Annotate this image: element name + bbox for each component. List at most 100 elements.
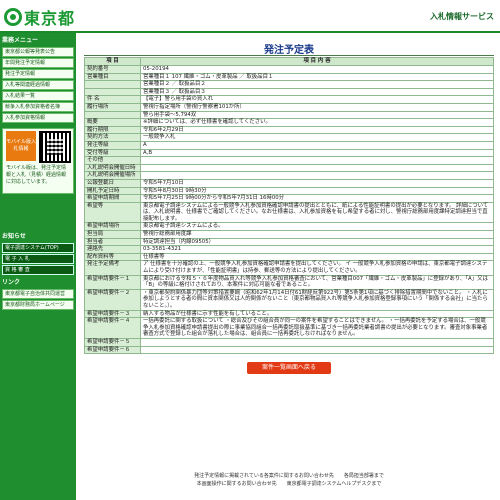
page-title: 発注予定表	[264, 45, 314, 56]
sidebar-item-order-plan[interactable]: 発注予定情報	[2, 69, 74, 79]
table-row: 警ら用手袋～5,794双	[84, 110, 494, 120]
row-label: 発注予定備考	[84, 260, 141, 276]
row-label: 入札説明会開催日時	[84, 163, 141, 173]
row-label: 公報登載日	[84, 178, 141, 188]
table-row: 希望申請要件－５	[84, 337, 494, 347]
row-label: 営業種目	[84, 72, 141, 82]
row-label: その他	[84, 156, 141, 165]
row-value: 東京都における令和５・６年度物品買入れ等競争入札参加資格審査において、営業種目0…	[140, 274, 494, 290]
row-label: 希望申請要件－２	[84, 288, 141, 311]
row-value: ア 仕様書を十分確認の上、一般競争入札参加資格確認申請書を提出してください。 イ…	[140, 260, 494, 276]
table-row: 配布資料等 仕様書等	[84, 252, 494, 262]
sidebar-heading-notice: お知らせ	[2, 233, 26, 240]
table-row: 営業種目２ ／ 取扱品目２	[84, 80, 494, 89]
row-label: 希望申請場所	[84, 222, 141, 232]
row-value	[140, 337, 494, 347]
row-label: 希望申請要件－１	[84, 274, 141, 290]
sidebar-item-qualification-review[interactable]: 資 格 審 査	[2, 265, 74, 275]
sidebar-heading-links: リンク	[2, 279, 21, 286]
sidebar-item-e-procurement-top[interactable]: 電子調達システム(TOP)	[2, 243, 74, 253]
table-row: 公報登載日 令和5年7月10日	[84, 178, 494, 188]
table-row: 担当者 特定調達担当（内線09505）	[84, 237, 494, 247]
column-header-item: 項 目	[84, 57, 141, 66]
sidebar-item-qualification[interactable]: 入札参加資格情報	[2, 113, 74, 123]
table-row: 希望申請要件－６	[84, 345, 494, 355]
row-value[interactable]: 仕様書等	[140, 252, 494, 262]
row-label: 希望申請要件－３	[84, 309, 141, 319]
row-value: 特定調達担当（内線09505）	[140, 237, 494, 247]
sidebar-item-annual-plan[interactable]: 年間発注予定情報	[2, 58, 74, 68]
tokyo-emblem-icon	[4, 8, 22, 26]
row-value	[140, 345, 494, 355]
mobile-phone-icon[interactable]: モバイル版入札情報	[6, 131, 36, 161]
sidebar-item-results[interactable]: 入札結果一覧	[2, 91, 74, 101]
sidebar-heading-menu: 業務メニュー	[2, 37, 39, 44]
row-label	[84, 110, 141, 120]
row-label: 受付等級	[84, 148, 141, 158]
table-row: 入札説明会開催日時	[84, 163, 494, 173]
table-row: その他	[84, 156, 494, 165]
table-row: 希望申請場所 東京都電子調達システムによる。	[84, 222, 494, 232]
table-row: 希望申請要件－４ 一括再委託に関する取扱について ・総合及びその組合員が同一の案件…	[84, 317, 494, 339]
row-value: ※詳細については、必ず仕様書を確認してください。	[140, 118, 494, 127]
row-label	[84, 80, 141, 89]
row-label: 発注等級	[84, 140, 141, 150]
table-row: 希望等 東京都電子調達システムによる一般競争入札参加資格確認申請書の提出とともに、…	[84, 201, 494, 224]
row-value: 納入する物品が仕様書に示す性能を有していること。	[140, 309, 494, 319]
mobile-description: モバイル版は、発注予定情報と入札（見積）経過情報に対応しています。	[6, 165, 67, 185]
qr-code-icon	[39, 131, 71, 163]
sidebar-item-register[interactable]: 競争入札参加資格者名簿	[2, 102, 74, 112]
row-value: 05-20194	[140, 65, 494, 74]
row-label: 開札予定日時	[84, 186, 141, 196]
table-row: 件 名【電子】警ら用手袋の買入れ	[84, 95, 494, 104]
row-value: 令和5年7月25日 9時00分から令和5年7月31日 16時00分	[140, 194, 494, 203]
row-label: 配布資料等	[84, 252, 141, 262]
row-label: 希望申請期間	[84, 194, 141, 203]
row-value: 令和5年7月10日	[140, 178, 494, 188]
row-value: 一括再委託に関する取扱について ・総合及びその組合員が同一の案件を希望することは…	[140, 317, 494, 339]
footer-contact-2: 本画面操作に関するお問い合わせ先 東京都電子調達システムヘルプデスクまで	[196, 481, 382, 487]
row-value: 警視庁総務部用度課	[140, 230, 494, 239]
sidebar-link-egov[interactable]: 東京都電子自治体共同運営	[2, 289, 74, 299]
row-label: 入札説明会開催場所	[84, 171, 141, 180]
row-value: A,B	[140, 148, 494, 158]
table-row: 希望申請要件－２ ・東京都契約関係暴力団等対策措置要綱（昭和62年1月14日付61…	[84, 288, 494, 311]
row-label: 希望申請要件－４	[84, 317, 141, 339]
tokyo-logo[interactable]: 東京都	[4, 7, 76, 28]
table-row: 発注予定備考ア 仕様書を十分確認の上、一般競争入札参加資格確認申請書を提出してく…	[84, 260, 494, 276]
order-plan-table: 項 目 項 目 内 容 契約番号 05-20194 営業種目 営業種目１ 107 繊維…	[84, 57, 494, 355]
row-label: 連絡先	[84, 245, 141, 254]
row-label: 履行期限	[84, 125, 141, 135]
row-label: 件 名	[84, 95, 141, 104]
table-row: 希望申請要件－１ 東京都における令和５・６年度物品買入れ等競争入札参加資格審査にお…	[84, 274, 494, 290]
row-value: 令和5年8月30日 9時30分	[140, 186, 494, 196]
row-value	[140, 171, 494, 180]
back-to-list-button[interactable]: 案件一覧画面へ戻る	[247, 362, 331, 375]
row-value: 営業種目２ ／ 取扱品目２	[140, 80, 494, 89]
table-row: 連絡先 03-3581-4321	[84, 245, 494, 254]
sidebar-item-progress[interactable]: 入札等関連経過情報	[2, 80, 74, 90]
table-row: 履行期限 令和6年2月29日	[84, 125, 494, 135]
table-row: 履行場所 警視庁指定場所（警視庁警察署101か所）	[84, 102, 494, 112]
row-label: 希望申請要件－５	[84, 337, 141, 347]
table-row: 概要 ※詳細については、必ず仕様書を確認してください。	[84, 118, 494, 127]
column-header-content: 項 目 内 容	[140, 57, 494, 66]
row-value	[140, 163, 494, 173]
sidebar: 業務メニュー 東京都公報等発表公告 年間発注予定情報 発注予定情報 入札等関連経…	[0, 33, 76, 500]
table-row: 契約方法 一般競争入札	[84, 133, 494, 142]
sidebar-item-e-bidding[interactable]: 電 子 入 札	[2, 254, 74, 264]
logo-text: 東京都	[24, 9, 76, 28]
row-value: 令和6年2月29日	[140, 125, 494, 135]
site-header: 東京都 入札情報サービス	[0, 0, 500, 33]
mobile-panel: モバイル版入札情報 モバイル版は、発注予定情報と入札（見積）経過情報に対応してい…	[2, 128, 74, 194]
row-label: 担当者	[84, 237, 141, 247]
row-label: 担当局	[84, 230, 141, 239]
sidebar-link-finance[interactable]: 東京都財務局ホームページ	[2, 300, 74, 310]
table-row: 開札予定日時 令和5年8月30日 9時30分	[84, 186, 494, 196]
main-content: 発注予定表 項 目 項 目 内 容 契約番号 05-20194 営業種目 営業種目１ …	[84, 33, 494, 375]
table-row: 希望申請要件－３ 納入する物品が仕様書に示す性能を有していること。	[84, 309, 494, 319]
table-row: 営業種目 営業種目１ 107 繊維・ゴム・皮革製品 ／ 取扱品目１	[84, 72, 494, 82]
row-value: 【電子】警ら用手袋の買入れ	[140, 95, 494, 104]
sidebar-item-koho[interactable]: 東京都公報等発表公告	[2, 47, 74, 57]
row-label: 希望申請要件－６	[84, 345, 141, 355]
